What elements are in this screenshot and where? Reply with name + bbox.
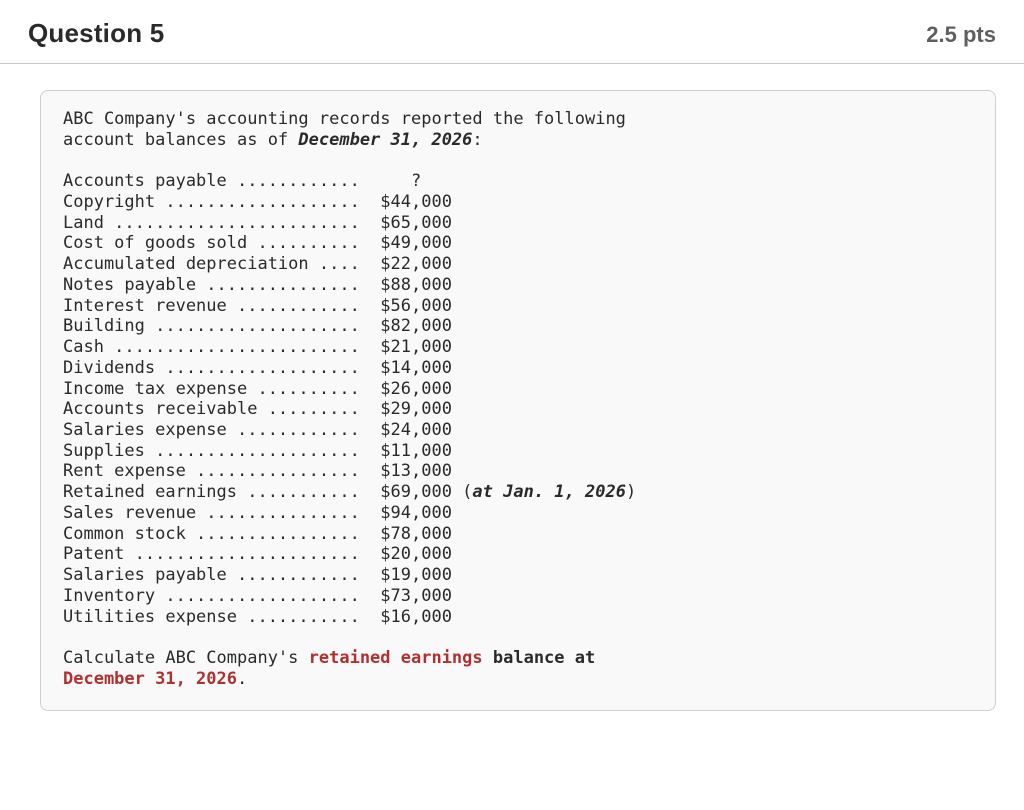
account-value: $69,000 [380,482,452,502]
account-value: $56,000 [380,296,452,316]
account-value: $44,000 [380,192,452,212]
prompt-suffix: . [237,669,247,689]
account-label: Notes payable ............... [63,275,380,295]
prompt-prefix: Calculate ABC Company's [63,648,309,668]
account-label: Cost of goods sold .......... [63,233,380,253]
question-body: ABC Company's accounting records reporte… [0,64,1024,739]
intro-date: December 31, 2026 [298,130,472,150]
account-label: Dividends ................... [63,358,380,378]
account-value: $73,000 [380,586,452,606]
account-value: $94,000 [380,503,452,523]
account-row: Copyright ................... $44,000 [63,192,452,212]
account-note: at Jan. 1, 2026 [472,482,626,502]
account-value: $65,000 [380,213,452,233]
account-label: Sales revenue ............... [63,503,380,523]
account-value: $14,000 [380,358,452,378]
account-row: Building .................... $82,000 [63,316,452,336]
account-row: Interest revenue ............ $56,000 [63,296,452,316]
account-value: $21,000 [380,337,452,357]
account-value: $20,000 [380,544,452,564]
account-row: Notes payable ............... $88,000 [63,275,452,295]
account-value: $29,000 [380,399,452,419]
account-note-suffix: ) [626,482,636,502]
account-label: Interest revenue ............ [63,296,380,316]
question-preformatted: ABC Company's accounting records reporte… [40,90,996,711]
account-label: Salaries payable ............ [63,565,380,585]
account-value: $19,000 [380,565,452,585]
prompt-bold: balance at [483,648,596,668]
account-label: Copyright ................... [63,192,380,212]
account-row: Patent ...................... $20,000 [63,544,452,564]
account-value: $22,000 [380,254,452,274]
account-label: Supplies .................... [63,441,380,461]
intro-line2-prefix: account balances as of [63,130,298,150]
account-value: $49,000 [380,233,452,253]
account-row: Retained earnings ........... $69,000 (a… [63,482,636,502]
account-value: $82,000 [380,316,452,336]
question-title: Question 5 [28,18,164,49]
prompt-highlight-2: December 31, 2026 [63,669,237,689]
account-row: Cost of goods sold .......... $49,000 [63,233,452,253]
account-row: Income tax expense .......... $26,000 [63,379,452,399]
account-value: $26,000 [380,379,452,399]
account-value: $16,000 [380,607,452,627]
account-label: Rent expense ................ [63,461,380,481]
account-label: Accounts payable ............ [63,171,380,191]
account-label: Salaries expense ............ [63,420,380,440]
account-row: Sales revenue ............... $94,000 [63,503,452,523]
account-row: Salaries expense ............ $24,000 [63,420,452,440]
account-value: $11,000 [380,441,452,461]
question-header: Question 5 2.5 pts [0,0,1024,64]
account-row: Land ........................ $65,000 [63,213,452,233]
account-row: Cash ........................ $21,000 [63,337,452,357]
account-row: Common stock ................ $78,000 [63,524,452,544]
account-label: Patent ...................... [63,544,380,564]
account-value: $78,000 [380,524,452,544]
account-row: Utilities expense ........... $16,000 [63,607,452,627]
account-row: Salaries payable ............ $19,000 [63,565,452,585]
account-value: ? [380,171,421,191]
account-label: Common stock ................ [63,524,380,544]
account-label: Accounts receivable ......... [63,399,380,419]
account-value: $13,000 [380,461,452,481]
account-note-prefix: ( [452,482,472,502]
account-label: Cash ........................ [63,337,380,357]
account-row: Accumulated depreciation .... $22,000 [63,254,452,274]
account-row: Inventory ................... $73,000 [63,586,452,606]
account-label: Utilities expense ........... [63,607,380,627]
question-points: 2.5 pts [926,22,996,48]
account-row: Rent expense ................ $13,000 [63,461,452,481]
account-label: Retained earnings ........... [63,482,380,502]
account-row: Dividends ................... $14,000 [63,358,452,378]
account-value: $24,000 [380,420,452,440]
intro-line1: ABC Company's accounting records reporte… [63,109,626,129]
account-row: Accounts payable ............ ? [63,171,421,191]
account-label: Land ........................ [63,213,380,233]
account-row: Accounts receivable ......... $29,000 [63,399,452,419]
intro-line2-suffix: : [472,130,482,150]
account-label: Building .................... [63,316,380,336]
account-label: Inventory ................... [63,586,380,606]
account-row: Supplies .................... $11,000 [63,441,452,461]
account-value: $88,000 [380,275,452,295]
account-label: Accumulated depreciation .... [63,254,380,274]
prompt-highlight-1: retained earnings [309,648,483,668]
account-label: Income tax expense .......... [63,379,380,399]
